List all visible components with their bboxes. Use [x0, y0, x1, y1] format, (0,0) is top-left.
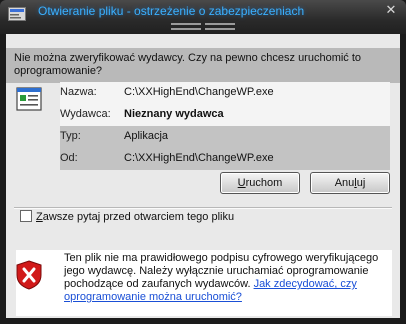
from-label: Od:	[60, 152, 78, 164]
always-ask-checkbox[interactable]	[20, 210, 32, 222]
type-value: Aplikacja	[124, 130, 169, 142]
security-shield-icon	[16, 260, 42, 290]
question-text: Nie można zweryfikować wydawcy. Czy na p…	[14, 52, 362, 77]
file-name-value: C:\XXHighEnd\ChangeWP.exe	[124, 86, 274, 98]
file-name-row: Nazwa: C:\XXHighEnd\ChangeWP.exe	[60, 82, 390, 104]
window-title: Otwieranie pliku - ostrzeżenie o zabezpi…	[38, 4, 305, 18]
cancel-button-label-rest: uj	[356, 177, 366, 189]
from-value: C:\XXHighEnd\ChangeWP.exe	[124, 152, 274, 164]
close-button[interactable]: ✕	[382, 2, 400, 18]
publisher-value: Nieznany wydawca	[124, 108, 224, 120]
divider	[14, 207, 392, 209]
file-info-table: Nazwa: C:\XXHighEnd\ChangeWP.exe Wydawca…	[60, 82, 390, 170]
file-icon	[16, 87, 42, 111]
always-ask-label[interactable]: Zawsze pytaj przed otwarciem tego pliku	[36, 211, 234, 223]
title-grip-icon	[171, 23, 235, 30]
run-button[interactable]: Uruchom	[220, 172, 300, 194]
file-name-label: Nazwa:	[60, 86, 97, 98]
window-app-icon	[8, 7, 26, 21]
cancel-button[interactable]: Anuluj	[310, 172, 390, 194]
security-warning-dialog: Otwieranie pliku - ostrzeżenie o zabezpi…	[0, 0, 406, 324]
always-ask-label-text: awsze pytaj przed otwarciem tego pliku	[42, 211, 235, 223]
publisher-row: Wydawca: Nieznany wydawca	[60, 104, 390, 126]
from-row: Od: C:\XXHighEnd\ChangeWP.exe	[60, 148, 390, 170]
warning-text: Ten plik nie ma prawidłowego podpisu cyf…	[64, 252, 384, 304]
type-row: Typ: Aplikacja	[60, 126, 390, 148]
always-ask-accel: Z	[36, 211, 43, 223]
publisher-label: Wydawca:	[60, 108, 111, 120]
dialog-body: Nie można zweryfikować wydawcy. Czy na p…	[6, 34, 400, 318]
run-button-label: ruchom	[245, 177, 283, 189]
type-label: Typ:	[60, 130, 81, 142]
run-button-accel: U	[237, 177, 246, 189]
cancel-button-label-pre: Anu	[334, 177, 355, 189]
title-bar[interactable]: Otwieranie pliku - ostrzeżenie o zabezpi…	[0, 0, 406, 34]
